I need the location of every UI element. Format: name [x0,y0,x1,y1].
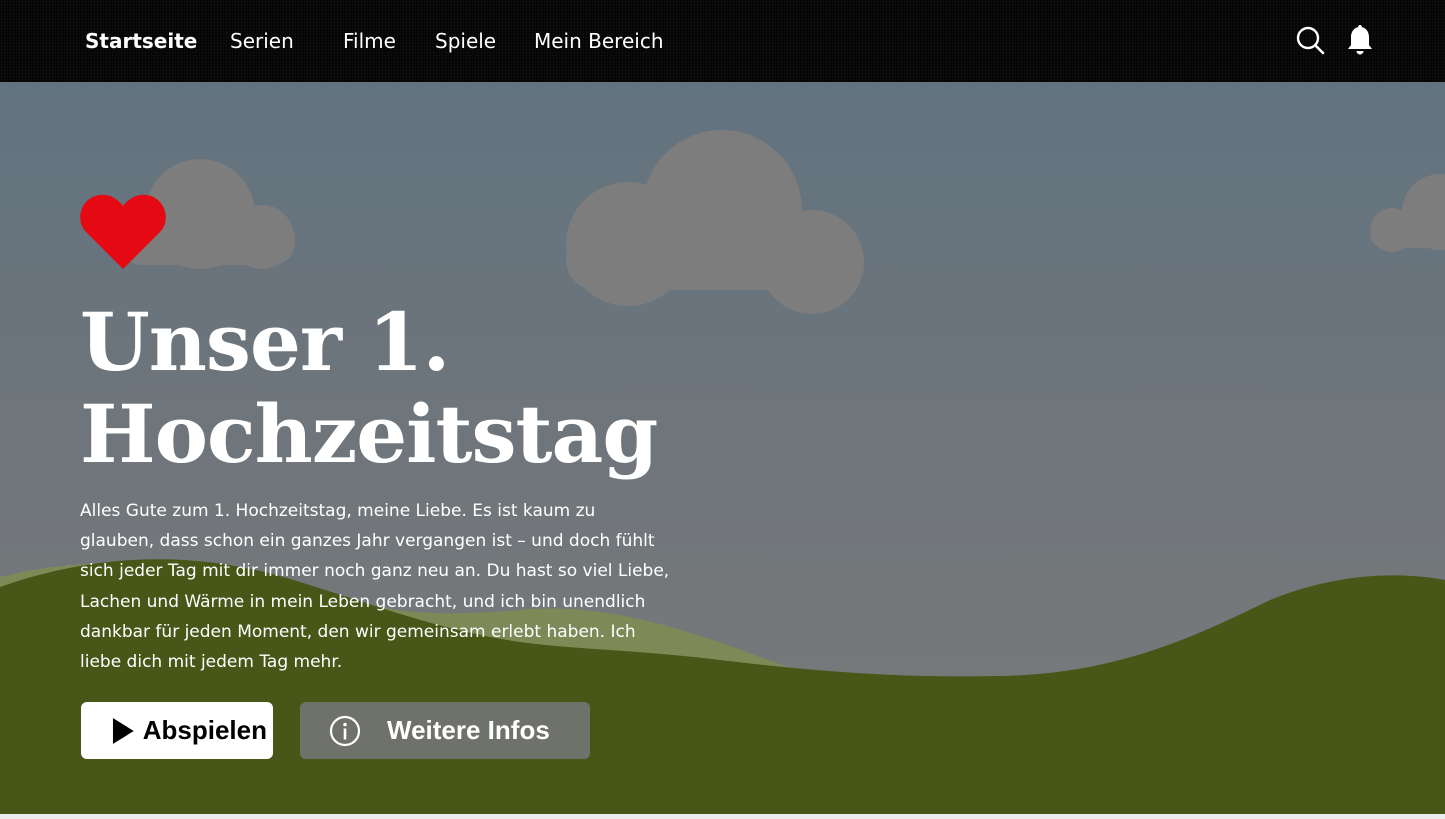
nav-item-startseite[interactable]: Startseite [85,27,197,55]
more-info-button[interactable]: Weitere Infos [300,702,590,759]
play-button[interactable]: Abspielen [81,702,273,759]
bottom-divider [0,814,1445,819]
hero-description: Alles Gute zum 1. Hochzeitstag, meine Li… [80,501,670,673]
app-page: Startseite Serien Filme Spiele Mein Bere… [0,0,1445,819]
nav-item-spiele[interactable]: Spiele [435,27,496,55]
play-button-label: Abspielen [142,715,267,745]
cloud-middle [566,130,864,314]
search-icon[interactable] [1294,24,1326,58]
bell-icon[interactable] [1344,24,1376,58]
hero-title-line-1: Unser 1. [80,295,450,389]
heart-icon [80,194,166,269]
hero-banner: Unser 1. Hochzeitstag Alles Gute zum 1. … [0,82,1445,814]
more-info-button-label: Weitere Infos [387,715,550,745]
cloud-right [1370,174,1445,252]
hero-title-line-2: Hochzeitstag [80,387,658,481]
nav-item-serien[interactable]: Serien [230,27,294,55]
top-navigation: Startseite Serien Filme Spiele Mein Bere… [0,0,1445,82]
play-icon [112,717,134,744]
nav-item-filme[interactable]: Filme [343,27,396,55]
info-icon [329,715,361,746]
nav-item-mein-bereich[interactable]: Mein Bereich [534,27,664,55]
hero-title: Unser 1. Hochzeitstag [80,296,740,480]
